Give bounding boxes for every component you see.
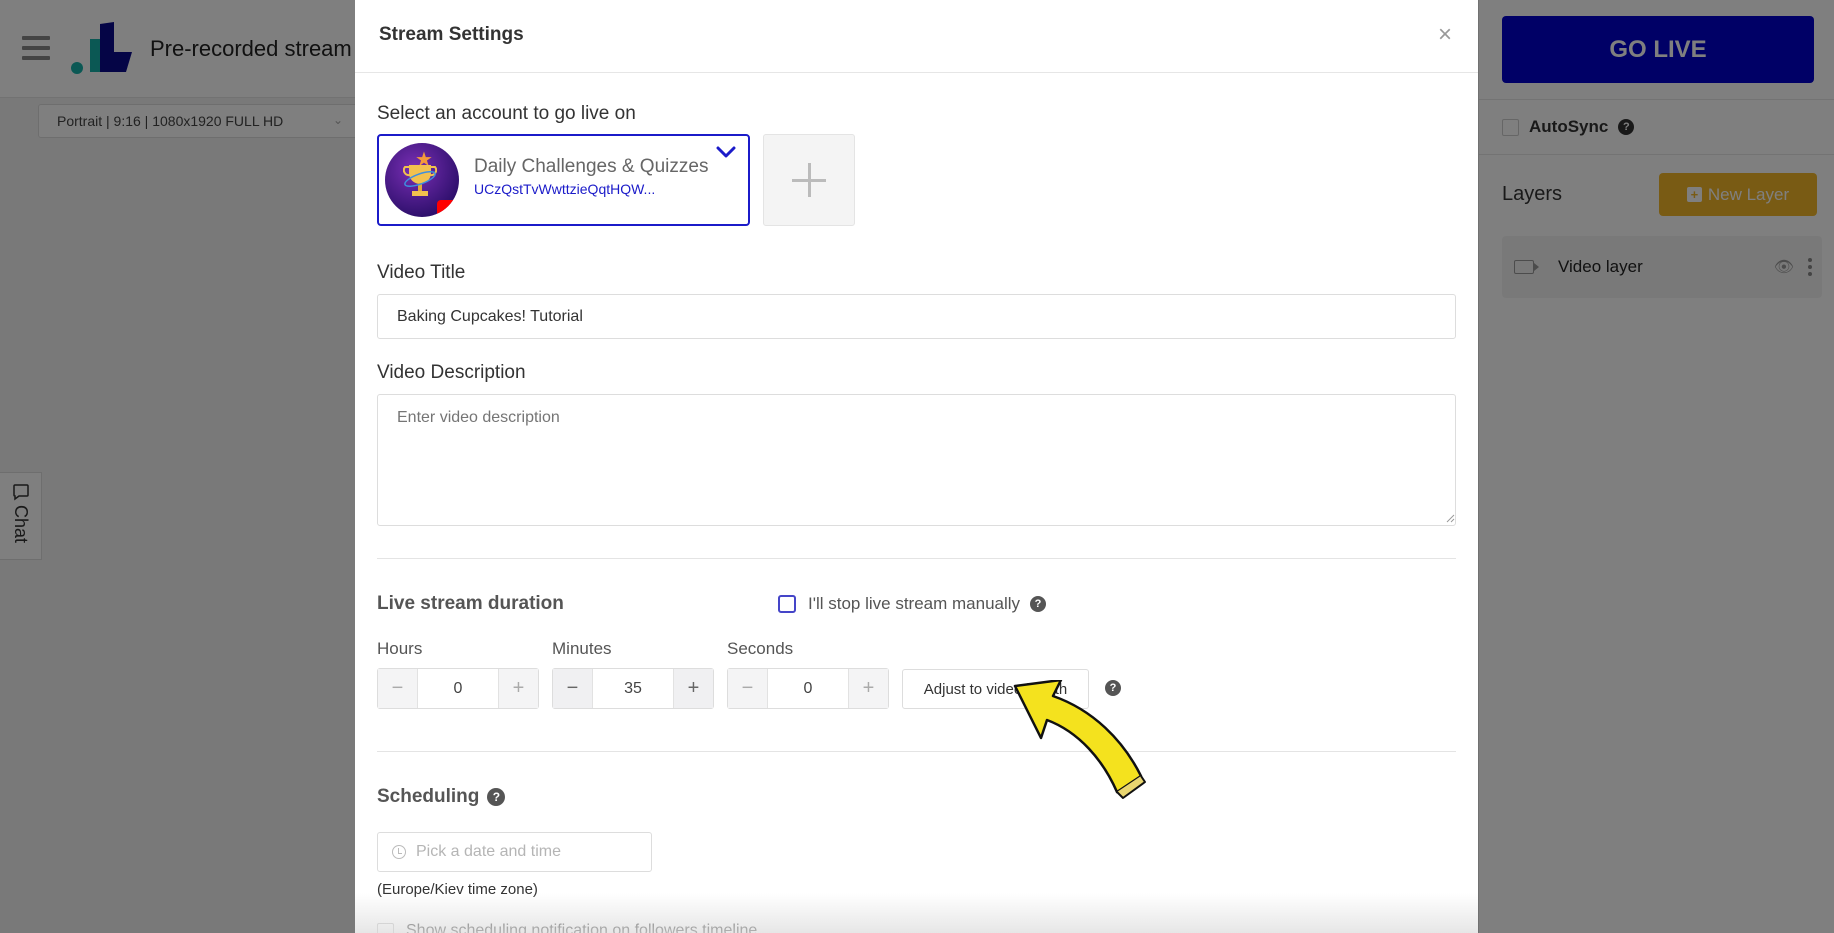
add-account-button[interactable] xyxy=(763,134,855,226)
modal-header: Stream Settings × xyxy=(355,0,1478,73)
minutes-decrement-button[interactable]: − xyxy=(553,669,593,708)
plus-icon xyxy=(792,163,826,197)
timezone-note: (Europe/Kiev time zone) xyxy=(377,881,538,898)
manual-stop-label: I'll stop live stream manually xyxy=(808,594,1021,613)
resize-handle-icon[interactable] xyxy=(1445,513,1455,523)
scheduling-notification-label: Show scheduling notification on follower… xyxy=(406,922,758,933)
help-icon[interactable]: ? xyxy=(1105,680,1121,696)
seconds-stepper: − 0 + xyxy=(727,668,889,709)
hours-increment-button[interactable]: + xyxy=(498,669,538,708)
seconds-label: Seconds xyxy=(727,639,794,658)
minutes-stepper: − 35 + xyxy=(552,668,714,709)
minutes-increment-button[interactable]: + xyxy=(673,669,713,708)
checkmark-icon xyxy=(716,146,736,158)
hours-decrement-button[interactable]: − xyxy=(378,669,418,708)
account-section-label: Select an account to go live on xyxy=(377,103,636,124)
help-icon[interactable]: ? xyxy=(487,788,506,806)
manual-stop-checkbox[interactable] xyxy=(778,595,796,613)
trophy-icon xyxy=(403,165,437,196)
seconds-decrement-button[interactable]: − xyxy=(728,669,768,708)
duration-title: Live stream duration xyxy=(377,593,564,614)
account-avatar: ★ xyxy=(385,143,459,217)
hours-value[interactable]: 0 xyxy=(418,669,498,708)
clock-icon xyxy=(392,845,406,859)
close-icon[interactable]: × xyxy=(1434,23,1456,47)
account-channel-id: UCzQstTvWwttzieQqtHQW... xyxy=(474,181,656,197)
video-title-label: Video Title xyxy=(377,262,466,283)
account-card-selected[interactable]: ★ Daily Challenges & Quizzes UCzQstTvWwt… xyxy=(377,134,750,226)
scheduling-title-text: Scheduling xyxy=(377,786,480,807)
youtube-icon xyxy=(437,200,459,217)
scheduling-title: Scheduling ? xyxy=(377,786,506,808)
schedule-date-placeholder: Pick a date and time xyxy=(416,843,561,860)
manual-stop-option: I'll stop live stream manually ? xyxy=(778,594,1047,614)
modal-title: Stream Settings xyxy=(379,24,524,45)
seconds-increment-button[interactable]: + xyxy=(848,669,888,708)
stream-settings-modal: Stream Settings × Select an account to g… xyxy=(355,0,1478,933)
video-description-label: Video Description xyxy=(377,362,526,383)
adjust-to-video-length-button[interactable]: Adjust to video length xyxy=(902,669,1089,709)
scheduling-notification-checkbox[interactable] xyxy=(377,922,394,933)
hours-label: Hours xyxy=(377,639,423,658)
divider xyxy=(377,558,1456,559)
hours-stepper: − 0 + xyxy=(377,668,539,709)
help-icon[interactable]: ? xyxy=(1030,596,1047,612)
video-description-input[interactable] xyxy=(377,394,1456,526)
divider xyxy=(377,751,1456,752)
seconds-value[interactable]: 0 xyxy=(768,669,848,708)
minutes-value[interactable]: 35 xyxy=(593,669,673,708)
scheduling-notification-option: Show scheduling notification on follower… xyxy=(377,922,757,933)
schedule-date-input[interactable]: Pick a date and time xyxy=(377,832,652,872)
video-title-input[interactable] xyxy=(377,294,1456,339)
account-name: Daily Challenges & Quizzes xyxy=(474,156,709,177)
minutes-label: Minutes xyxy=(552,639,612,658)
